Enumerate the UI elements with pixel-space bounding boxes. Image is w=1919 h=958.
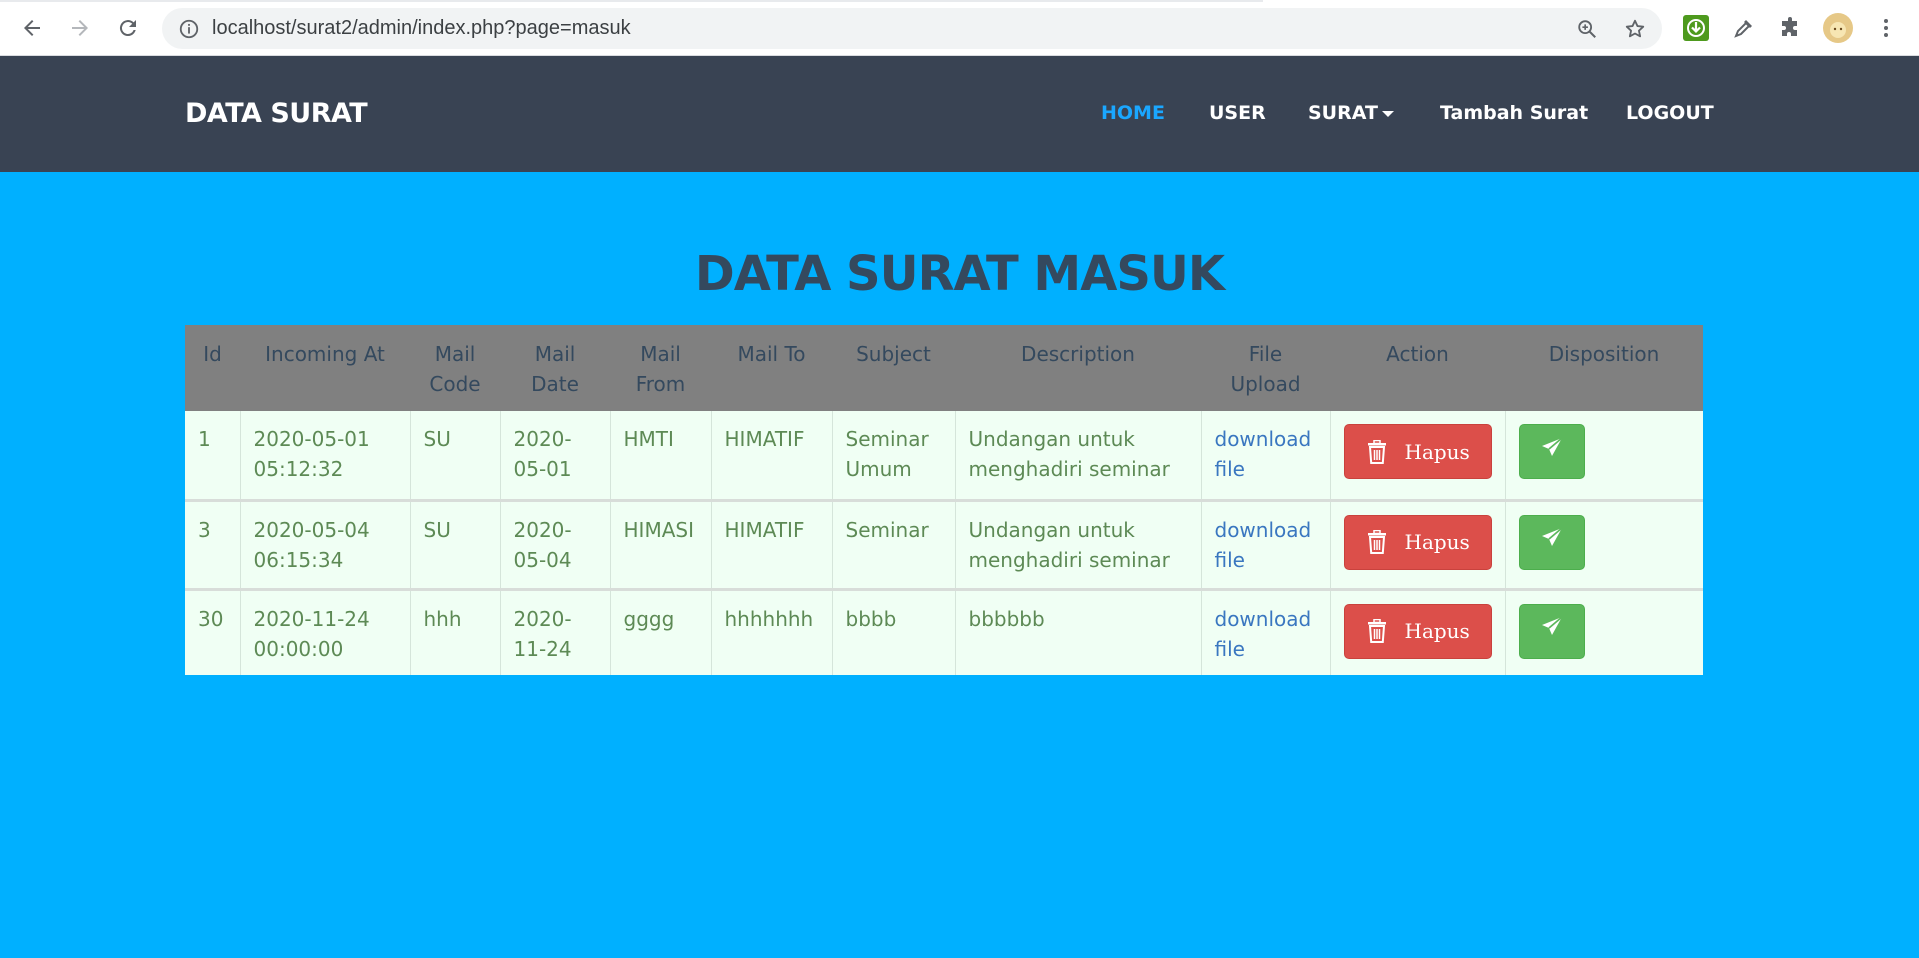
cell-mail-date: 2020- 05-01 [499, 411, 610, 500]
header-mail-code: Mail Code [429, 342, 481, 396]
info-icon[interactable] [176, 16, 202, 42]
back-icon[interactable] [16, 12, 48, 44]
hapus-button[interactable]: Hapus [1343, 603, 1492, 659]
cell-id: 1 [198, 427, 211, 451]
cell-subject: Seminar [831, 500, 955, 589]
caret-down-icon [1381, 110, 1394, 117]
cell-mail-to: hhhhhhh [710, 589, 832, 675]
table-row: 3 2020-05-04 06:15:34 SU 2020- 05-04 HIMAS… [185, 500, 1703, 589]
table-header-row: Id Incoming At Mail Code Mail Date Mail Fro… [185, 325, 1703, 411]
hapus-button[interactable]: Hapus [1343, 514, 1492, 570]
cell-mail-code: SU [409, 411, 500, 500]
trash-icon [1367, 619, 1387, 643]
browser-menu-icon[interactable] [1870, 12, 1902, 44]
cell-disposition [1504, 589, 1703, 675]
trash-icon [1367, 439, 1387, 464]
url-text[interactable]: localhost/surat2/admin/index.php?page=ma… [212, 8, 631, 49]
cell-incoming-at: 2020-05-04 06:15:34 [239, 500, 410, 589]
star-icon[interactable] [1622, 16, 1648, 42]
browser-toolbar: localhost/surat2/admin/index.php?page=ma… [0, 0, 1919, 56]
cell-action: Hapus [1329, 589, 1505, 675]
cell-disposition [1504, 411, 1703, 500]
cell-description: Undangan untuk menghadiri seminar [954, 411, 1201, 500]
trash-icon [1367, 530, 1387, 554]
header-id: Id [203, 342, 222, 366]
forward-icon[interactable] [64, 12, 96, 44]
header-mail-date: Mail Date [531, 342, 579, 396]
hapus-label: Hapus [1404, 619, 1470, 643]
paper-plane-icon [1540, 526, 1564, 558]
mail-table: Id Incoming At Mail Code Mail Date Mail Fro… [185, 325, 1703, 675]
cell-mail-from: HIMASI [609, 500, 711, 589]
header-incoming-at: Incoming At [265, 342, 385, 366]
hapus-label: Hapus [1404, 530, 1470, 554]
cell-disposition [1504, 500, 1703, 589]
cell-description: Undangan untuk menghadiri seminar [954, 500, 1201, 589]
header-disposition: Disposition [1548, 342, 1660, 366]
disposition-button[interactable] [1518, 424, 1585, 479]
nav-logout[interactable]: LOGOUT [1626, 56, 1714, 170]
nav-surat-label: SURAT [1308, 102, 1378, 124]
cell-mail-from: HMTI [609, 411, 711, 500]
header-description: Description [1021, 342, 1135, 366]
profile-avatar-icon[interactable] [1822, 12, 1854, 44]
nav-home[interactable]: HOME [1101, 56, 1165, 170]
cell-subject: Seminar Umum [831, 411, 955, 500]
page-title: DATA SURAT MASUK [694, 246, 1225, 302]
nav-surat-dropdown[interactable]: SURAT [1308, 56, 1394, 170]
header-subject: Subject [856, 342, 931, 366]
cell-mail-to: HIMATIF [710, 500, 832, 589]
download-file-link[interactable]: download file [1200, 589, 1330, 675]
paper-plane-icon [1540, 436, 1564, 468]
download-file-link[interactable]: download file [1200, 411, 1330, 500]
disposition-button[interactable] [1518, 514, 1585, 570]
table-row: 30 2020-11-24 00:00:00 hhh 2020- 11-24 ggg… [185, 589, 1703, 675]
loading-bar [0, 0, 1263, 2]
cell-action: Hapus [1329, 500, 1505, 589]
zoom-icon[interactable] [1574, 16, 1600, 42]
hapus-button[interactable]: Hapus [1343, 424, 1492, 479]
cell-mail-date: 2020- 11-24 [499, 589, 610, 675]
header-file-upload: File Upload [1230, 342, 1301, 396]
download-extension-icon[interactable] [1680, 12, 1712, 44]
extensions-puzzle-icon[interactable] [1774, 12, 1806, 44]
header-mail-to: Mail To [737, 342, 806, 366]
cell-action: Hapus [1329, 411, 1505, 500]
cell-id: 3 [198, 517, 211, 542]
cell-subject: bbbb [831, 589, 955, 675]
nav-tambah-surat[interactable]: Tambah Surat [1440, 56, 1588, 170]
cell-incoming-at: 2020-11-24 00:00:00 [239, 589, 410, 675]
paper-plane-icon [1540, 615, 1564, 647]
brand-logo[interactable]: DATA SURAT [185, 56, 368, 172]
download-file-link[interactable]: download file [1200, 500, 1330, 589]
header-action: Action [1386, 342, 1449, 366]
cell-mail-code: SU [409, 500, 500, 589]
site-navbar: DATA SURAT HOME USER SURAT Tambah Surat … [0, 56, 1919, 172]
hapus-label: Hapus [1404, 439, 1470, 464]
address-bar[interactable]: localhost/surat2/admin/index.php?page=ma… [162, 8, 1662, 49]
header-mail-from: Mail From [635, 342, 686, 396]
nav-user[interactable]: USER [1209, 56, 1266, 170]
cell-description: bbbbbb [954, 589, 1201, 675]
eyedropper-icon[interactable] [1728, 12, 1760, 44]
table-row: 1 2020-05-01 05:12:32 SU 2020- 05-01 HMTI … [185, 411, 1703, 500]
reload-icon[interactable] [112, 12, 144, 44]
cell-incoming-at: 2020-05-01 05:12:32 [239, 411, 410, 500]
cell-mail-date: 2020- 05-04 [499, 500, 610, 589]
cell-mail-from: gggg [609, 589, 711, 675]
cell-mail-to: HIMATIF [710, 411, 832, 500]
cell-mail-code: hhh [409, 589, 500, 675]
cell-id: 30 [198, 606, 224, 631]
disposition-button[interactable] [1518, 603, 1585, 659]
